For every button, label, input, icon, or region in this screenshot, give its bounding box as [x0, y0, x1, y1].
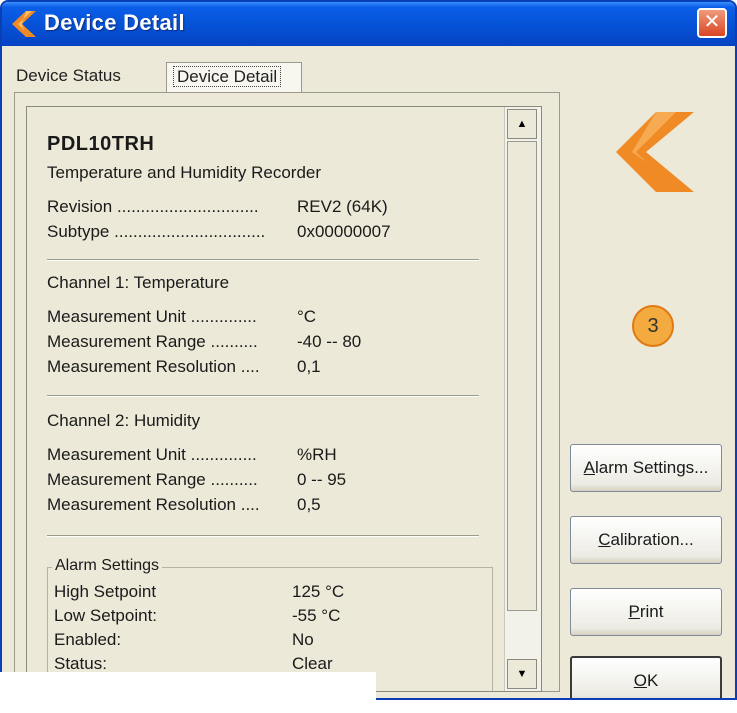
channel-2-heading: Channel 2: Humidity — [47, 411, 201, 430]
row-dots: ................................ — [114, 222, 266, 241]
device-detail-window: Device Detail ✕ Device Status Device Det… — [0, 0, 737, 700]
print-button[interactable]: Print — [570, 588, 722, 636]
title-bar[interactable]: Device Detail ✕ — [2, 2, 735, 46]
section-divider — [47, 535, 479, 537]
channel-1-unit-label: Measurement Unit .............. — [47, 307, 257, 327]
row-label: Measurement Range — [47, 470, 206, 489]
tab-label: Device Detail — [173, 66, 282, 87]
channel-1-range-value: -40 -- 80 — [297, 332, 362, 351]
section-divider — [47, 259, 479, 261]
channel-2-range-value: 0 -- 95 — [297, 470, 347, 489]
channel-2-unit-label: Measurement Unit .............. — [47, 445, 257, 465]
channel-1-resolution-value: 0,1 — [297, 357, 321, 376]
tab-label: Device Status — [16, 66, 121, 85]
alarm-settings-button[interactable]: Alarm Settings... — [570, 444, 722, 492]
close-button[interactable]: ✕ — [697, 8, 727, 38]
scroll-up-button[interactable]: ▲ — [507, 109, 537, 139]
row-dots: .......... — [210, 470, 258, 489]
section-divider — [47, 395, 479, 397]
white-overlay-patch — [0, 672, 376, 713]
status-label: Status: — [54, 654, 107, 673]
tab-device-status[interactable]: Device Status — [16, 62, 121, 92]
high-setpoint-value: 125 °C — [292, 582, 345, 601]
calibration-button[interactable]: Calibration... — [570, 516, 722, 564]
enabled-label: Enabled: — [54, 630, 122, 649]
row-label: Measurement Resolution — [47, 357, 236, 376]
row-label: Revision — [47, 197, 113, 216]
channel-1-unit-value: °C — [297, 307, 317, 326]
window-title: Device Detail — [44, 10, 185, 35]
subtype-label: Subtype ................................ — [47, 222, 265, 242]
channel-2-unit-value: %RH — [297, 445, 337, 464]
high-setpoint-label: High Setpoint — [54, 582, 157, 601]
revision-value: REV2 (64K) — [297, 197, 388, 216]
brand-logo-icon — [616, 112, 694, 192]
close-icon: ✕ — [703, 11, 721, 33]
tab-device-detail[interactable]: Device Detail — [166, 62, 302, 92]
button-label: alibration... — [610, 530, 694, 549]
low-setpoint-label: Low Setpoint: — [54, 606, 158, 625]
channel-1-heading: Channel 1: Temperature — [47, 273, 230, 292]
row-label: Measurement Unit — [47, 445, 186, 464]
device-model: PDL10TRH — [47, 133, 155, 155]
row-dots: .............. — [190, 445, 257, 464]
device-description: Temperature and Humidity Recorder — [47, 163, 322, 182]
low-setpoint-value: -55 °C — [292, 606, 341, 625]
button-label: rint — [639, 602, 664, 621]
channel-2-resolution-label: Measurement Resolution .... — [47, 495, 260, 515]
channel-2-range-label: Measurement Range .......... — [47, 470, 258, 490]
subtype-value: 0x00000007 — [297, 222, 391, 241]
row-dots: .... — [240, 495, 260, 514]
row-dots: .............................. — [116, 197, 259, 216]
row-label: Measurement Unit — [47, 307, 186, 326]
alarm-settings-group-title: Alarm Settings — [52, 557, 163, 575]
channel-2-resolution-value: 0,5 — [297, 495, 321, 514]
row-dots: .... — [240, 357, 260, 376]
mnemonic: C — [598, 530, 611, 549]
channel-1-range-label: Measurement Range .......... — [47, 332, 258, 352]
callout-marker: 3 — [632, 305, 674, 347]
status-value: Clear — [292, 654, 333, 673]
row-label: Measurement Resolution — [47, 495, 236, 514]
row-label: Subtype — [47, 222, 110, 241]
row-dots: .......... — [210, 332, 258, 351]
revision-label: Revision .............................. — [47, 197, 259, 217]
mnemonic: A — [583, 458, 595, 477]
mnemonic: O — [633, 671, 647, 690]
scroll-down-button[interactable]: ▼ — [507, 659, 537, 689]
arrow-down-icon: ▼ — [516, 668, 528, 680]
vertical-scrollbar[interactable]: ▲ ▼ — [504, 107, 541, 691]
app-logo-icon — [12, 11, 36, 37]
scroll-thumb[interactable] — [507, 141, 537, 611]
ok-button[interactable]: OK — [570, 656, 722, 698]
arrow-up-icon: ▲ — [516, 118, 528, 130]
channel-1-resolution-label: Measurement Resolution .... — [47, 357, 260, 377]
button-label: K — [646, 671, 659, 690]
row-dots: .............. — [190, 307, 257, 326]
detail-scroll-area[interactable]: PDL10TRH Temperature and Humidity Record… — [26, 106, 542, 692]
button-label: larm Settings... — [594, 458, 709, 477]
enabled-value: No — [292, 630, 314, 649]
mnemonic: P — [628, 602, 640, 621]
row-label: Measurement Range — [47, 332, 206, 351]
